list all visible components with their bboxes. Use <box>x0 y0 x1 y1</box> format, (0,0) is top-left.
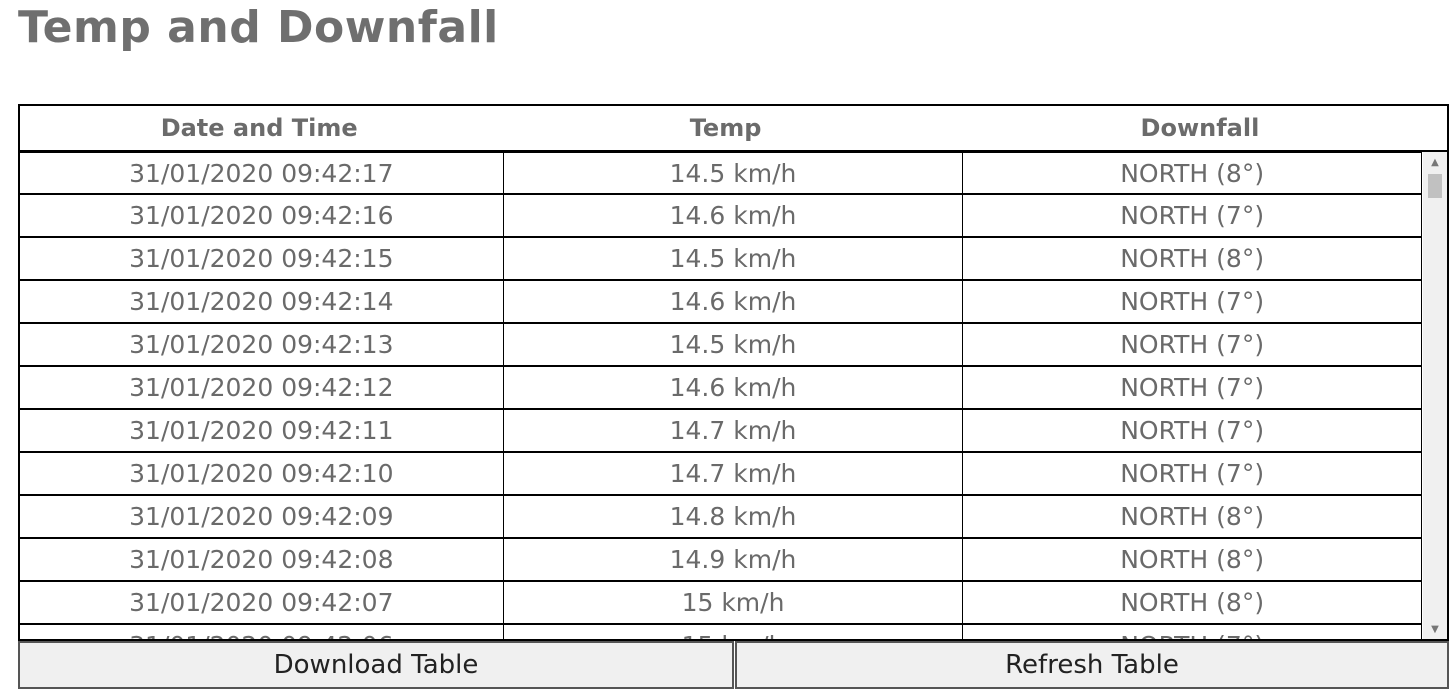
cell-date-time: 31/01/2020 09:42:12 <box>20 367 504 408</box>
data-table: Date and Time Temp Downfall 31/01/2020 0… <box>18 104 1449 641</box>
cell-downfall: NORTH (8°) <box>1120 502 1265 531</box>
cell-temp: 14.6 km/h <box>504 367 964 408</box>
cell-temp: 14.7 km/h <box>504 410 964 451</box>
vertical-scrollbar[interactable]: ▲ ▼ <box>1423 152 1447 639</box>
cell-downfall: NORTH (7°) <box>1120 459 1265 488</box>
refresh-table-button[interactable]: Refresh Table <box>735 641 1449 689</box>
cell-temp: 14.6 km/h <box>504 281 964 322</box>
table-body[interactable]: 31/01/2020 09:42:17 14.5 km/h NORTH (8°) 31… <box>20 152 1422 639</box>
table-row[interactable]: 31/01/2020 09:42:0615 km/hNORTH (7°) <box>20 625 1421 639</box>
cell-downfall: NORTH (7°) <box>1120 416 1265 445</box>
cell-downfall: NORTH (8°) <box>1120 244 1265 273</box>
cell-date-time: 31/01/2020 09:42:10 <box>20 453 504 494</box>
cell-downfall: NORTH (7°) <box>1120 201 1265 230</box>
cell-temp: 14.7 km/h <box>504 453 964 494</box>
cell-temp: 14.5 km/h <box>504 238 964 279</box>
column-header-downfall[interactable]: Downfall <box>953 106 1447 150</box>
cell-temp: 15 km/h <box>504 582 964 623</box>
cell-downfall: NORTH (8°) <box>1120 588 1265 617</box>
cell-date-time: 31/01/2020 09:42:07 <box>20 582 504 623</box>
scroll-up-arrow-icon[interactable]: ▲ <box>1423 152 1447 172</box>
table-row[interactable]: 31/01/2020 09:42:14 14.6 km/h NORTH (7°) <box>20 281 1421 324</box>
table-row[interactable]: 31/01/2020 09:42:07 15 km/h NORTH (8°) <box>20 582 1421 625</box>
cell-temp: 14.8 km/h <box>504 496 964 537</box>
cell-date-time: 31/01/2020 09:42:14 <box>20 281 504 322</box>
table-row[interactable]: 31/01/2020 09:42:09 14.8 km/h NORTH (8°) <box>20 496 1421 539</box>
download-table-button[interactable]: Download Table <box>18 641 734 689</box>
cell-downfall: NORTH (7°) <box>1120 287 1265 316</box>
cell-date-time: 31/01/2020 09:42:16 <box>20 195 504 236</box>
cell-temp: 14.5 km/h <box>504 324 964 365</box>
table-row[interactable]: 31/01/2020 09:42:10 14.7 km/h NORTH (7°) <box>20 453 1421 496</box>
table-row[interactable]: 31/01/2020 09:42:16 14.6 km/h NORTH (7°) <box>20 195 1421 238</box>
table-row[interactable]: 31/01/2020 09:42:15 14.5 km/h NORTH (8°) <box>20 238 1421 281</box>
table-row[interactable]: 31/01/2020 09:42:12 14.6 km/h NORTH (7°) <box>20 367 1421 410</box>
cell-date-time: 31/01/2020 09:42:11 <box>20 410 504 451</box>
cell-date-time: 31/01/2020 09:42:17 <box>20 153 504 193</box>
cell-downfall: NORTH (8°) <box>1120 545 1265 574</box>
scroll-down-arrow-icon[interactable]: ▼ <box>1423 619 1447 639</box>
cell-date-time: 31/01/2020 09:42:09 <box>20 496 504 537</box>
cell-date-time: 31/01/2020 09:42:06 <box>20 625 504 639</box>
cell-downfall: NORTH (8°) <box>1120 158 1265 188</box>
cell-temp: 15 km/h <box>504 625 964 639</box>
column-header-date-time[interactable]: Date and Time <box>20 106 498 150</box>
cell-temp: 14.6 km/h <box>504 195 964 236</box>
table-row[interactable]: 31/01/2020 09:42:17 14.5 km/h NORTH (8°) <box>20 152 1421 195</box>
cell-downfall: NORTH (7°) <box>963 625 1421 639</box>
cell-downfall: NORTH (7°) <box>1120 330 1265 359</box>
cell-temp: 14.9 km/h <box>504 539 964 580</box>
table-row[interactable]: 31/01/2020 09:42:08 14.9 km/h NORTH (8°) <box>20 539 1421 582</box>
table-header: Date and Time Temp Downfall <box>20 106 1447 152</box>
column-header-temp[interactable]: Temp <box>498 106 953 150</box>
table-row[interactable]: 31/01/2020 09:42:11 14.7 km/h NORTH (7°) <box>20 410 1421 453</box>
page-title: Temp and Downfall <box>18 2 499 53</box>
cell-downfall: NORTH (7°) <box>1120 373 1265 402</box>
table-row[interactable]: 31/01/2020 09:42:13 14.5 km/h NORTH (7°) <box>20 324 1421 367</box>
cell-date-time: 31/01/2020 09:42:13 <box>20 324 504 365</box>
cell-temp: 14.5 km/h <box>504 153 964 193</box>
cell-date-time: 31/01/2020 09:42:15 <box>20 238 504 279</box>
cell-date-time: 31/01/2020 09:42:08 <box>20 539 504 580</box>
scroll-thumb[interactable] <box>1428 174 1442 198</box>
